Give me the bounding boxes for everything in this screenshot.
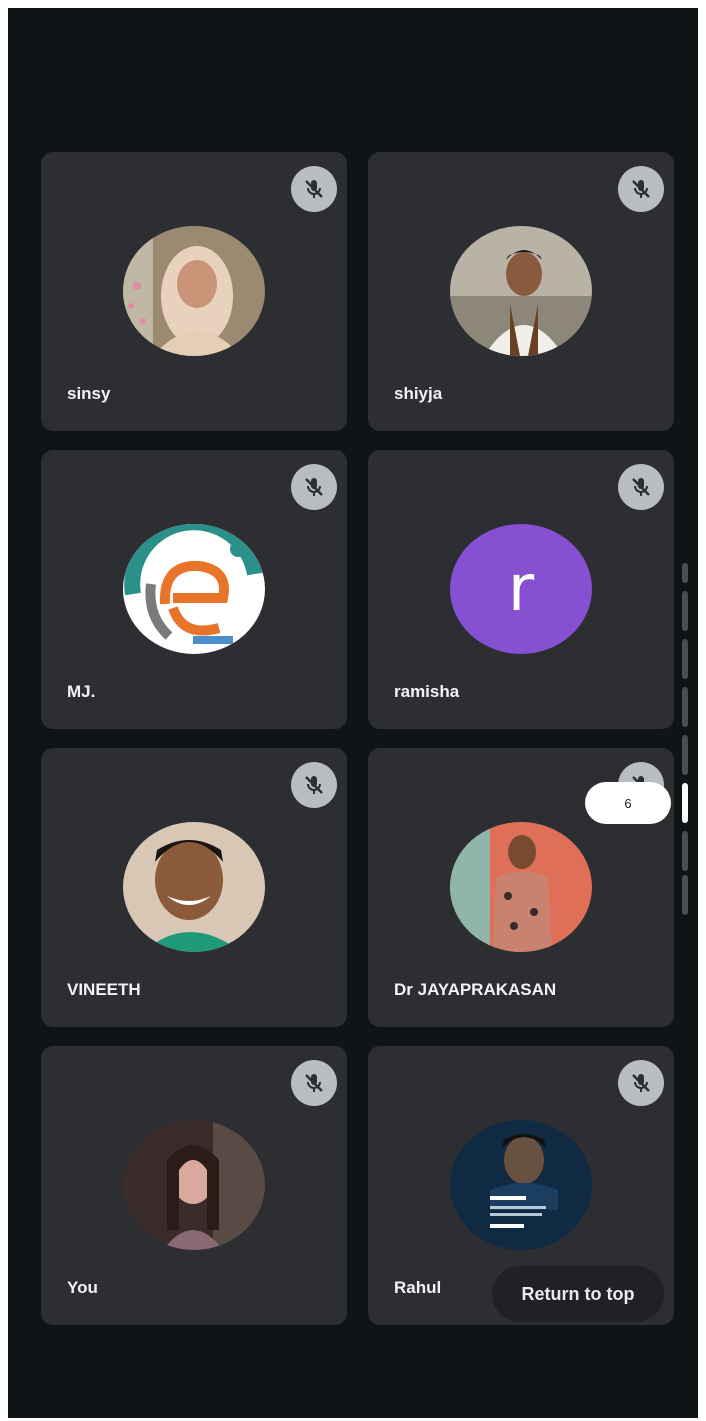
- participant-name: MJ.: [67, 682, 96, 701]
- avatar-photo: [450, 822, 592, 952]
- participant-name: Rahul: [394, 1278, 442, 1297]
- page-segment[interactable]: [682, 639, 688, 679]
- avatar-photo: [123, 1120, 265, 1250]
- page-segment[interactable]: [682, 831, 688, 871]
- participant-name: shiyja: [394, 384, 443, 403]
- page-segment[interactable]: [682, 591, 688, 631]
- page-segment[interactable]: [682, 563, 688, 583]
- participant-tile-vineeth[interactable]: VINEETH: [41, 748, 347, 1027]
- avatar-photo: [123, 822, 265, 952]
- return-to-top-button[interactable]: Return to top: [492, 1266, 664, 1322]
- avatar-photo: [450, 1120, 592, 1250]
- e-logo-icon: [123, 524, 265, 654]
- avatar-photo: [450, 226, 592, 356]
- participant-tile-sinsy[interactable]: sinsy: [41, 152, 347, 431]
- mic-off-icon: [291, 762, 337, 808]
- page-scroller[interactable]: [682, 563, 690, 915]
- participant-name: ramisha: [394, 682, 460, 701]
- participant-name: VINEETH: [67, 980, 141, 999]
- page-segment[interactable]: [682, 735, 688, 775]
- participant-tile-shiyja[interactable]: shiyja: [368, 152, 674, 431]
- mic-off-icon: [291, 166, 337, 212]
- page-segment-active[interactable]: [682, 783, 688, 823]
- avatar-letter: r: [450, 524, 592, 654]
- participant-tile-ramisha[interactable]: r ramisha: [368, 450, 674, 729]
- participant-name: Dr JAYAPRAKASAN: [394, 980, 557, 999]
- participant-tile-you[interactable]: You: [41, 1046, 347, 1325]
- participant-name: sinsy: [67, 384, 111, 403]
- avatar-photo: [123, 226, 265, 356]
- mic-off-icon: [618, 166, 664, 212]
- participant-tile-mj[interactable]: MJ.: [41, 450, 347, 729]
- mic-off-icon: [618, 464, 664, 510]
- mic-off-icon: [618, 1060, 664, 1106]
- mic-off-icon: [291, 464, 337, 510]
- mic-off-icon: [291, 1060, 337, 1106]
- call-screen: sinsy shiyja MJ. r ramisha VINEETH Dr JA…: [8, 8, 698, 1418]
- page-segment[interactable]: [682, 875, 688, 915]
- page-segment[interactable]: [682, 687, 688, 727]
- page-indicator-bubble: 6: [585, 782, 671, 824]
- participant-name: You: [67, 1278, 98, 1297]
